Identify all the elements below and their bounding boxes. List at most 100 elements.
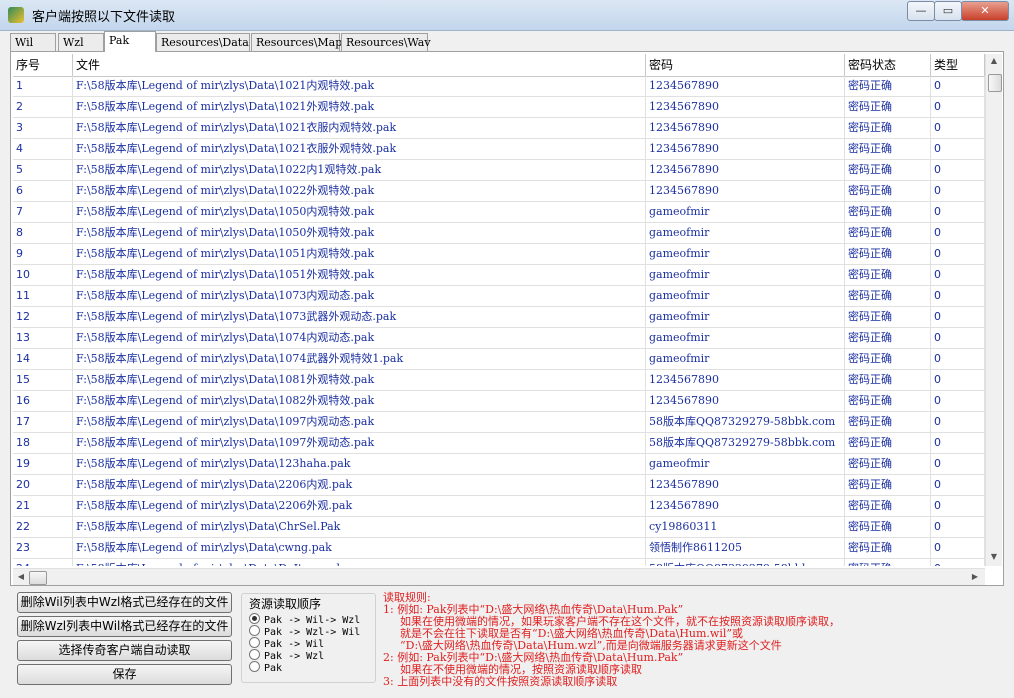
cell-type: 0: [931, 496, 985, 516]
cell-file: F:\58版本库\Legend of mir\zlys\Data\1097外观动…: [73, 433, 646, 453]
tab-resources-map[interactable]: Resources\Map: [251, 33, 342, 51]
cell-index: 9: [13, 244, 73, 264]
vertical-scrollbar[interactable]: ▲ ▼: [985, 54, 1002, 566]
tab-wzl[interactable]: Wzl: [58, 33, 104, 51]
read-order-option[interactable]: Pak -> Wil-> Wzl: [249, 613, 360, 626]
table-row[interactable]: 23 F:\58版本库\Legend of mir\zlys\Data\cwng.…: [13, 538, 985, 559]
column-header-file[interactable]: 文件: [73, 54, 646, 76]
cell-password: 58版本库QQ87329279-58bbk.com: [646, 559, 845, 566]
cell-type: 0: [931, 181, 985, 201]
table-row[interactable]: 19 F:\58版本库\Legend of mir\zlys\Data\123ha…: [13, 454, 985, 475]
tab-resources-data[interactable]: Resources\Data: [156, 33, 250, 51]
cell-file: F:\58版本库\Legend of mir\zlys\Data\1074内观动…: [73, 328, 646, 348]
cell-file: F:\58版本库\Legend of mir\zlys\Data\1051外观特…: [73, 265, 646, 285]
cell-password: 58版本库QQ87329279-58bbk.com: [646, 412, 845, 432]
table-row[interactable]: 17 F:\58版本库\Legend of mir\zlys\Data\1097内…: [13, 412, 985, 433]
read-order-option[interactable]: Pak -> Wzl: [249, 649, 324, 662]
table-body: 1 F:\58版本库\Legend of mir\zlys\Data\1021内观…: [13, 76, 985, 566]
tab-resources-wav[interactable]: Resources\Wav: [341, 33, 431, 51]
cell-password: 1234567890: [646, 97, 845, 117]
table-row[interactable]: 10 F:\58版本库\Legend of mir\zlys\Data\1051外…: [13, 265, 985, 286]
table-row[interactable]: 24F:\58版本库\Legend of mir\zlys\Data\DeIte…: [13, 559, 985, 566]
cell-index: 4: [13, 139, 73, 159]
table-row[interactable]: 5 F:\58版本库\Legend of mir\zlys\Data\1022内1…: [13, 160, 985, 181]
title-bar[interactable]: 客户端按照以下文件读取 — ▭ ✕: [0, 0, 1014, 31]
table-row[interactable]: 18 F:\58版本库\Legend of mir\zlys\Data\1097外…: [13, 433, 985, 454]
column-header-index[interactable]: 序号: [13, 54, 73, 76]
table-row[interactable]: 16 F:\58版本库\Legend of mir\zlys\Data\1082外…: [13, 391, 985, 412]
scroll-right-arrow-icon[interactable]: ▶: [967, 572, 983, 581]
cell-type: 0: [931, 97, 985, 117]
cell-type: 0: [931, 265, 985, 285]
table-row[interactable]: 15 F:\58版本库\Legend of mir\zlys\Data\1081外…: [13, 370, 985, 391]
cell-password: gameofmir: [646, 202, 845, 222]
radio-icon[interactable]: [249, 625, 260, 636]
cell-file: F:\58版本库\Legend of mir\zlys\Data\1074武器外…: [73, 349, 646, 369]
cell-file: F:\58版本库\Legend of mir\zlys\Data\1022内1观…: [73, 160, 646, 180]
cell-type: 0: [931, 475, 985, 495]
delete-wil-duplicates-button[interactable]: 删除Wil列表中Wzl格式已经存在的文件: [17, 592, 232, 613]
table-row[interactable]: 20 F:\58版本库\Legend of mir\zlys\Data\2206内…: [13, 475, 985, 496]
cell-index: 11: [13, 286, 73, 306]
cell-password-status: 密码正确: [845, 244, 931, 264]
cell-index: 19: [13, 454, 73, 474]
read-order-option[interactable]: Pak -> Wil: [249, 637, 324, 650]
cell-type: 0: [931, 517, 985, 537]
table-row[interactable]: 3 F:\58版本库\Legend of mir\zlys\Data\1021衣服…: [13, 118, 985, 139]
cell-file: F:\58版本库\Legend of mir\zlys\Data\1051内观特…: [73, 244, 646, 264]
cell-password: 1234567890: [646, 139, 845, 159]
table-row[interactable]: 21 F:\58版本库\Legend of mir\zlys\Data\2206外…: [13, 496, 985, 517]
minimize-button[interactable]: —: [907, 1, 935, 21]
delete-wzl-duplicates-button[interactable]: 删除Wzl列表中Wil格式已经存在的文件: [17, 616, 232, 637]
cell-index: 21: [13, 496, 73, 516]
table-row[interactable]: 13 F:\58版本库\Legend of mir\zlys\Data\1074内…: [13, 328, 985, 349]
tab-wil[interactable]: Wil: [10, 33, 56, 51]
table-row[interactable]: 8 F:\58版本库\Legend of mir\zlys\Data\1050外观…: [13, 223, 985, 244]
scroll-down-arrow-icon[interactable]: ▼: [986, 552, 1002, 561]
column-header-type[interactable]: 类型: [931, 54, 985, 76]
read-order-option[interactable]: Pak: [249, 661, 282, 674]
table-row[interactable]: 22 F:\58版本库\Legend of mir\zlys\Data\ChrSe…: [13, 517, 985, 538]
radio-icon[interactable]: [249, 649, 260, 660]
table-row[interactable]: 2 F:\58版本库\Legend of mir\zlys\Data\1021外观…: [13, 97, 985, 118]
table-row[interactable]: 7 F:\58版本库\Legend of mir\zlys\Data\1050内观…: [13, 202, 985, 223]
app-icon: [8, 7, 24, 23]
horizontal-scroll-thumb[interactable]: [29, 571, 47, 585]
cell-type: 0: [931, 538, 985, 558]
rules-line: 3: 上面列表中没有的文件按照资源读取顺序读取: [383, 675, 618, 688]
column-header-password[interactable]: 密码: [646, 54, 845, 76]
cell-password: gameofmir: [646, 223, 845, 243]
horizontal-scrollbar[interactable]: ◀ ▶: [13, 568, 985, 585]
file-list-table[interactable]: 序号 文件 密码 密码状态 类型 1 F:\58版本库\Legend of mir…: [13, 54, 985, 566]
auto-read-client-button[interactable]: 选择传奇客户端自动读取: [17, 640, 232, 661]
close-button[interactable]: ✕: [961, 1, 1009, 21]
table-row[interactable]: 9 F:\58版本库\Legend of mir\zlys\Data\1051内观…: [13, 244, 985, 265]
read-order-option[interactable]: Pak -> Wzl-> Wil: [249, 625, 360, 638]
cell-index: 3: [13, 118, 73, 138]
table-row[interactable]: 14 F:\58版本库\Legend of mir\zlys\Data\1074武…: [13, 349, 985, 370]
table-row[interactable]: 4 F:\58版本库\Legend of mir\zlys\Data\1021衣服…: [13, 139, 985, 160]
tab-panel-pak: 序号 文件 密码 密码状态 类型 1 F:\58版本库\Legend of mir…: [10, 51, 1004, 586]
read-order-title: 资源读取顺序: [247, 595, 324, 612]
cell-password: 58版本库QQ87329279-58bbk.com: [646, 433, 845, 453]
table-row[interactable]: 11 F:\58版本库\Legend of mir\zlys\Data\1073内…: [13, 286, 985, 307]
scroll-left-arrow-icon[interactable]: ◀: [13, 572, 29, 581]
cell-file: F:\58版本库\Legend of mir\zlys\Data\1073内观动…: [73, 286, 646, 306]
cell-password-status: 密码正确: [845, 139, 931, 159]
vertical-scroll-thumb[interactable]: [988, 74, 1002, 92]
cell-file: F:\58版本库\Legend of mir\zlys\Data\1022外观特…: [73, 181, 646, 201]
cell-index: 18: [13, 433, 73, 453]
radio-icon[interactable]: [249, 613, 260, 624]
cell-index: 20: [13, 475, 73, 495]
tab-pak[interactable]: Pak: [104, 31, 156, 52]
table-row[interactable]: 1 F:\58版本库\Legend of mir\zlys\Data\1021内观…: [13, 76, 985, 97]
save-button[interactable]: 保存: [17, 664, 232, 685]
scroll-up-arrow-icon[interactable]: ▲: [986, 56, 1002, 65]
restore-button[interactable]: ▭: [934, 1, 962, 21]
table-row[interactable]: 12 F:\58版本库\Legend of mir\zlys\Data\1073武…: [13, 307, 985, 328]
column-header-password-status[interactable]: 密码状态: [845, 54, 931, 76]
radio-icon[interactable]: [249, 637, 260, 648]
table-header: 序号 文件 密码 密码状态 类型: [13, 54, 985, 77]
table-row[interactable]: 6 F:\58版本库\Legend of mir\zlys\Data\1022外观…: [13, 181, 985, 202]
radio-icon[interactable]: [249, 661, 260, 672]
